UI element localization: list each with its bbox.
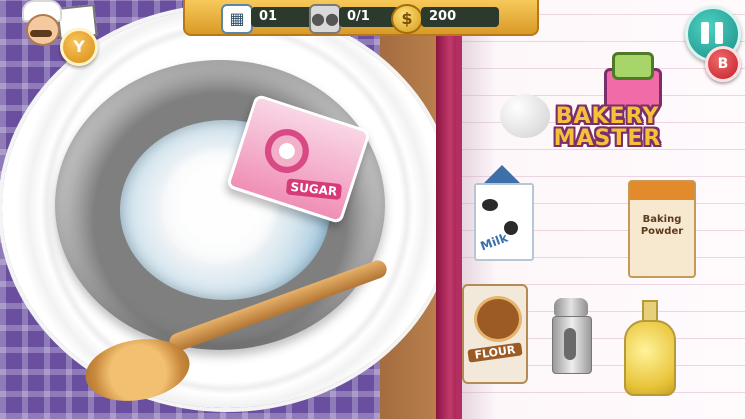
cow-spot-icon [482,199,498,211]
days-counter: ▦ 01 [221,4,313,34]
shaker-cap [554,298,588,316]
baking-powder-label-line-2: Powder [640,226,684,237]
logo-line-1: BAKERY [555,104,660,129]
oil-bottle[interactable] [624,300,676,396]
coins-value: 200 [421,7,499,27]
salt-shaker[interactable] [552,298,592,374]
customers-icon: ●● [309,4,341,34]
box-band [630,182,694,200]
customers-value: 0/1 [339,7,399,27]
bottle-body [624,320,676,396]
milk-carton[interactable]: Milk [474,165,534,261]
shaker-window [564,328,576,360]
pause-icon [715,22,723,44]
customers-counter: ●● 0/1 [309,4,401,34]
coin-icon: $ [391,4,423,34]
baking-powder-label-line-1: Baking [642,214,682,225]
baking-powder-box[interactable]: Baking Powder [628,180,696,278]
bakery-master-logo: BAKERY MASTER [540,106,675,150]
baking-powder-label: Baking Powder [630,214,694,238]
days-value: 01 [251,7,313,27]
pause-icon [701,22,709,44]
cake-logo-icon [590,46,670,110]
b-button[interactable]: B [705,46,741,82]
coins-counter: $ 200 [391,4,501,34]
logo-line-2: MASTER [553,126,662,151]
flour-bag[interactable]: FLOUR [462,284,528,384]
sugar-label: SUGAR [285,178,343,201]
top-hud-bar: ▦ 01 ●● 0/1 $ 200 [183,0,539,36]
flour-label: FLOUR [467,342,523,363]
cake-tier-icon [612,52,654,80]
cupcake-icon [259,123,315,179]
y-button[interactable]: Y [60,28,98,66]
calendar-icon: ▦ [221,4,253,34]
mustache-icon [30,30,52,37]
flour-emblem-icon [474,296,522,342]
